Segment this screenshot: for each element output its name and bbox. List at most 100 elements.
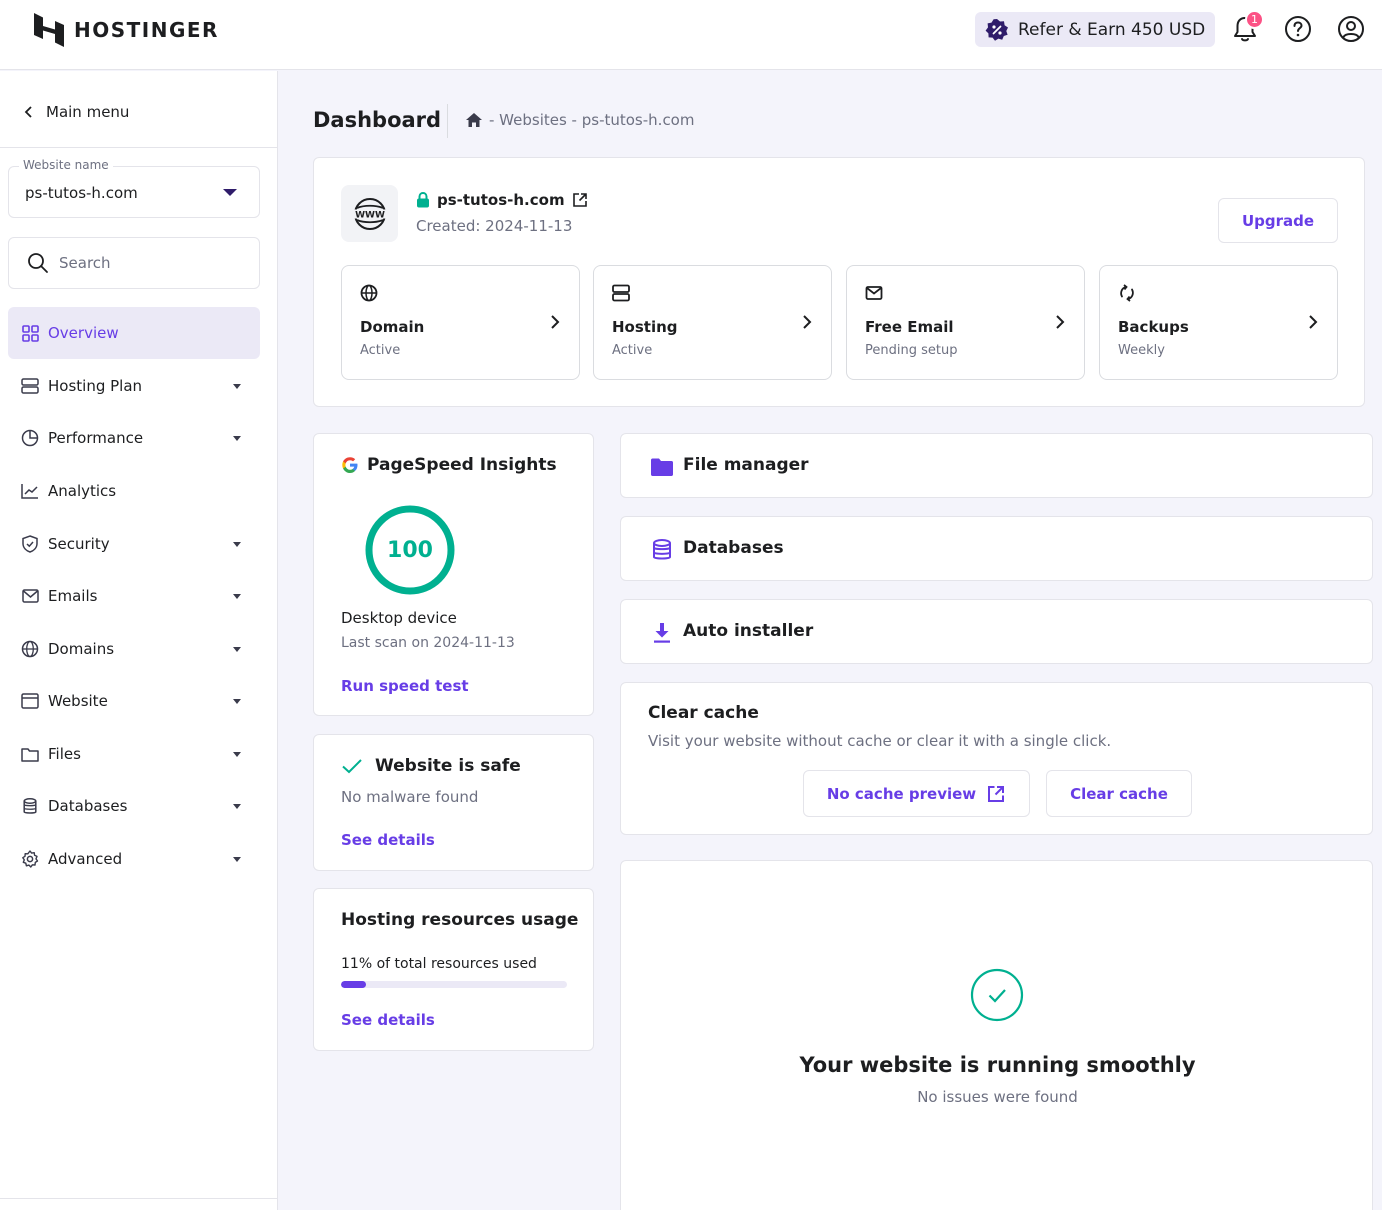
chevron-right-icon — [1309, 315, 1318, 329]
caret-down-icon — [233, 436, 241, 441]
sidebar-item-security[interactable]: Security — [8, 518, 260, 570]
chevron-left-icon — [24, 106, 32, 118]
status-subtitle: No issues were found — [917, 1088, 1078, 1106]
line-chart-icon — [20, 481, 40, 501]
caret-down-icon — [233, 542, 241, 547]
cache-title: Clear cache — [648, 703, 759, 723]
free-email-tile[interactable]: Free Email Pending setup — [846, 265, 1085, 380]
sidebar-item-files[interactable]: Files — [8, 728, 260, 780]
database-icon — [650, 538, 674, 562]
notifications-button[interactable]: 1 — [1230, 10, 1264, 44]
download-icon — [650, 621, 674, 645]
tool-label: File manager — [683, 455, 809, 475]
sidebar-item-label: Emails — [48, 587, 98, 605]
page-title: Dashboard — [313, 108, 442, 132]
clear-cache-button[interactable]: Clear cache — [1046, 770, 1192, 817]
main-menu-link[interactable]: Main menu — [24, 103, 129, 121]
sidebar-item-label: Overview — [48, 324, 119, 342]
resources-title: Hosting resources usage — [341, 910, 579, 930]
domain-link[interactable]: ps-tutos-h.com — [416, 191, 588, 209]
sidebar-item-label: Website — [48, 692, 108, 710]
caret-down-icon — [233, 804, 241, 809]
sidebar-item-databases[interactable]: Databases — [8, 780, 260, 832]
file-manager-card[interactable]: File manager — [620, 433, 1373, 498]
tool-label: Databases — [683, 538, 784, 558]
hostinger-logo[interactable]: HOSTINGER — [34, 13, 219, 47]
safety-title: Website is safe — [375, 756, 521, 776]
brand-name: HOSTINGER — [74, 18, 219, 42]
sidebar-item-advanced[interactable]: Advanced — [8, 833, 260, 885]
databases-card[interactable]: Databases — [620, 516, 1373, 581]
sidebar-item-hosting-plan[interactable]: Hosting Plan — [8, 360, 260, 412]
help-button[interactable] — [1283, 14, 1313, 44]
sidebar-search-input[interactable]: Search — [8, 237, 260, 289]
tile-status: Weekly — [1118, 343, 1165, 358]
server-icon — [20, 376, 40, 396]
account-button[interactable] — [1336, 14, 1366, 44]
website-name-value: ps-tutos-h.com — [25, 184, 138, 202]
home-icon[interactable] — [465, 112, 483, 128]
folder-icon — [650, 455, 674, 479]
sidebar-item-domains[interactable]: Domains — [8, 623, 260, 675]
caret-down-icon — [233, 699, 241, 704]
pagespeed-score: 100 — [387, 537, 433, 563]
domain-name: ps-tutos-h.com — [437, 191, 565, 209]
tile-title: Domain — [360, 318, 425, 336]
sidebar-item-performance[interactable]: Performance — [8, 412, 260, 464]
search-placeholder: Search — [59, 254, 111, 272]
sidebar-item-emails[interactable]: Emails — [8, 570, 260, 622]
help-icon — [1285, 16, 1311, 42]
gear-icon — [20, 849, 40, 869]
database-icon — [20, 796, 40, 816]
caret-down-icon — [233, 384, 241, 389]
lock-icon — [417, 192, 429, 208]
title-divider — [447, 104, 448, 138]
resources-usage-text: 11% of total resources used — [341, 956, 537, 972]
overview-grid-icon — [20, 323, 40, 343]
check-icon — [342, 759, 362, 774]
domain-tile[interactable]: Domain Active — [341, 265, 580, 380]
chevron-right-icon — [803, 315, 812, 329]
created-date: Created: 2024-11-13 — [416, 217, 573, 235]
pagespeed-card: PageSpeed Insights 100 Desktop device La… — [313, 433, 594, 716]
sidebar-item-label: Analytics — [48, 482, 117, 500]
sidebar: Main menu Website name ps-tutos-h.com Se… — [0, 71, 278, 1210]
hosting-tile[interactable]: Hosting Active — [593, 265, 832, 380]
sidebar-divider — [0, 147, 277, 148]
mail-icon — [865, 286, 883, 300]
run-speed-test-link[interactable]: Run speed test — [341, 677, 469, 695]
backups-tile[interactable]: Backups Weekly — [1099, 265, 1338, 380]
safety-see-details-link[interactable]: See details — [341, 831, 435, 849]
sidebar-item-label: Advanced — [48, 850, 123, 868]
breadcrumb-path: - Websites - ps-tutos-h.com — [489, 111, 695, 129]
sidebar-item-label: Databases — [48, 797, 128, 815]
refresh-icon — [1120, 284, 1134, 302]
tile-status: Active — [360, 343, 401, 358]
globe-icon — [20, 639, 40, 659]
caret-down-icon — [223, 189, 237, 196]
refer-earn-button[interactable]: Refer & Earn 450 USD — [975, 12, 1216, 47]
upgrade-button[interactable]: Upgrade — [1218, 198, 1338, 243]
google-icon — [342, 457, 358, 473]
auto-installer-card[interactable]: Auto installer — [620, 599, 1373, 664]
sidebar-item-label: Hosting Plan — [48, 377, 143, 395]
svg-text:WWW: WWW — [355, 210, 385, 220]
resources-see-details-link[interactable]: See details — [341, 1011, 435, 1029]
no-cache-preview-button[interactable]: No cache preview — [803, 770, 1030, 817]
caret-down-icon — [233, 857, 241, 862]
breadcrumb: - Websites - ps-tutos-h.com — [465, 111, 694, 129]
no-cache-preview-label: No cache preview — [826, 784, 977, 803]
sidebar-item-website[interactable]: Website — [8, 675, 260, 727]
website-summary-card: WWW ps-tutos-h.com Created: 2024-11-13 U… — [313, 157, 1365, 407]
website-name-select[interactable]: Website name ps-tutos-h.com — [8, 158, 260, 218]
sidebar-item-analytics[interactable]: Analytics — [8, 465, 260, 517]
sidebar-item-label: Files — [48, 745, 81, 763]
website-status-card: Your website is running smoothly No issu… — [620, 860, 1373, 1210]
tile-status: Pending setup — [865, 343, 958, 358]
sidebar-item-overview[interactable]: Overview — [8, 307, 260, 359]
search-icon — [28, 253, 48, 273]
folder-icon — [20, 744, 40, 764]
pagespeed-last-scan: Last scan on 2024-11-13 — [341, 635, 515, 651]
server-icon — [612, 284, 630, 302]
status-title: Your website is running smoothly — [799, 1053, 1196, 1077]
